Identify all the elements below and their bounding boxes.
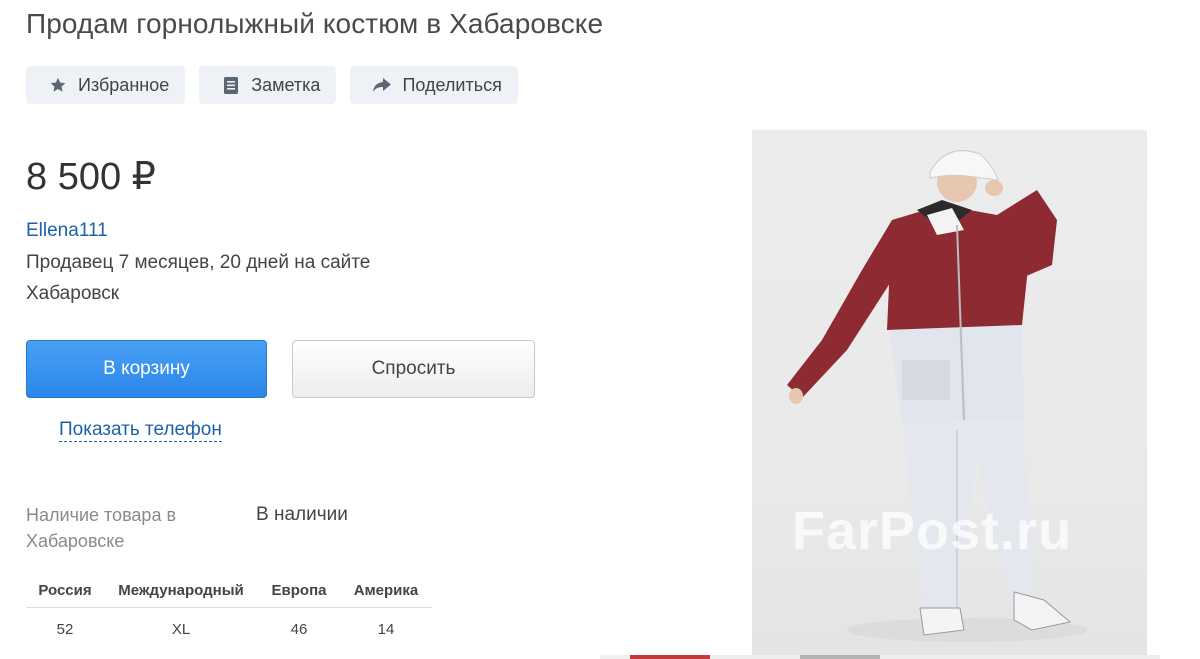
size-cell: 52 <box>56 620 74 638</box>
seller-link[interactable]: Ellena111 <box>26 220 108 242</box>
size-cell: XL <box>171 620 191 638</box>
note-icon <box>221 75 241 95</box>
availability-label: Наличие товара в Хабаровске <box>26 505 177 551</box>
size-cell: 14 <box>377 620 395 638</box>
size-header-america: Америка <box>340 574 432 608</box>
seller-since: Продавец 7 месяцев, 20 дней на сайте <box>26 252 371 273</box>
table-row: 52 XL 46 14 <box>26 607 432 645</box>
size-header-europe: Европа <box>258 574 340 608</box>
size-header-russia: Россия <box>26 574 104 608</box>
page-title: Продам горнолыжный костюм в Хабаровске <box>26 8 604 39</box>
photo-watermark: FarPost.ru <box>792 501 1073 561</box>
share-label: Поделиться <box>402 74 502 95</box>
note-button[interactable]: Заметка <box>199 66 337 104</box>
availability-value: В наличии <box>256 504 348 525</box>
action-bar: Избранное Заметка Поделиться <box>26 66 518 104</box>
product-photo[interactable]: FarPost.ru <box>752 130 1147 657</box>
star-icon <box>48 75 68 95</box>
share-arrow-icon <box>372 75 392 95</box>
note-label: Заметка <box>251 74 321 95</box>
ski-suit-illustration <box>787 150 1087 642</box>
favorite-label: Избранное <box>78 74 170 95</box>
size-cell: 46 <box>290 620 308 638</box>
size-header-international: Международный <box>104 574 258 608</box>
bottom-thumbnail-strip <box>600 655 1160 659</box>
size-table: Россия Международный Европа Америка 52 X… <box>26 574 432 645</box>
size-table-header: Россия Международный Европа Америка <box>26 574 432 608</box>
seller-city: Хабаровск <box>26 283 120 304</box>
price: 8 500 ₽ <box>26 156 156 198</box>
show-phone-link[interactable]: Показать телефон <box>59 419 222 442</box>
share-button[interactable]: Поделиться <box>350 66 518 104</box>
favorite-button[interactable]: Избранное <box>26 66 186 104</box>
add-to-cart-button[interactable]: В корзину <box>26 340 267 398</box>
ask-seller-button[interactable]: Спросить <box>292 340 535 398</box>
